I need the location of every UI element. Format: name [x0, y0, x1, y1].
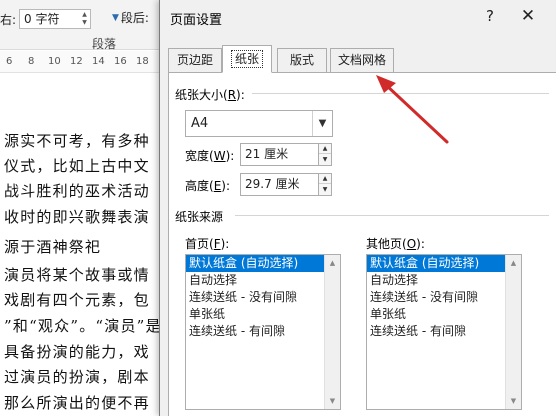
arrow-shaft [384, 83, 449, 144]
annotation-arrow [376, 75, 449, 144]
tab-paper-label: 纸张 [230, 50, 263, 68]
tab-paper[interactable]: 纸张 [222, 45, 272, 73]
